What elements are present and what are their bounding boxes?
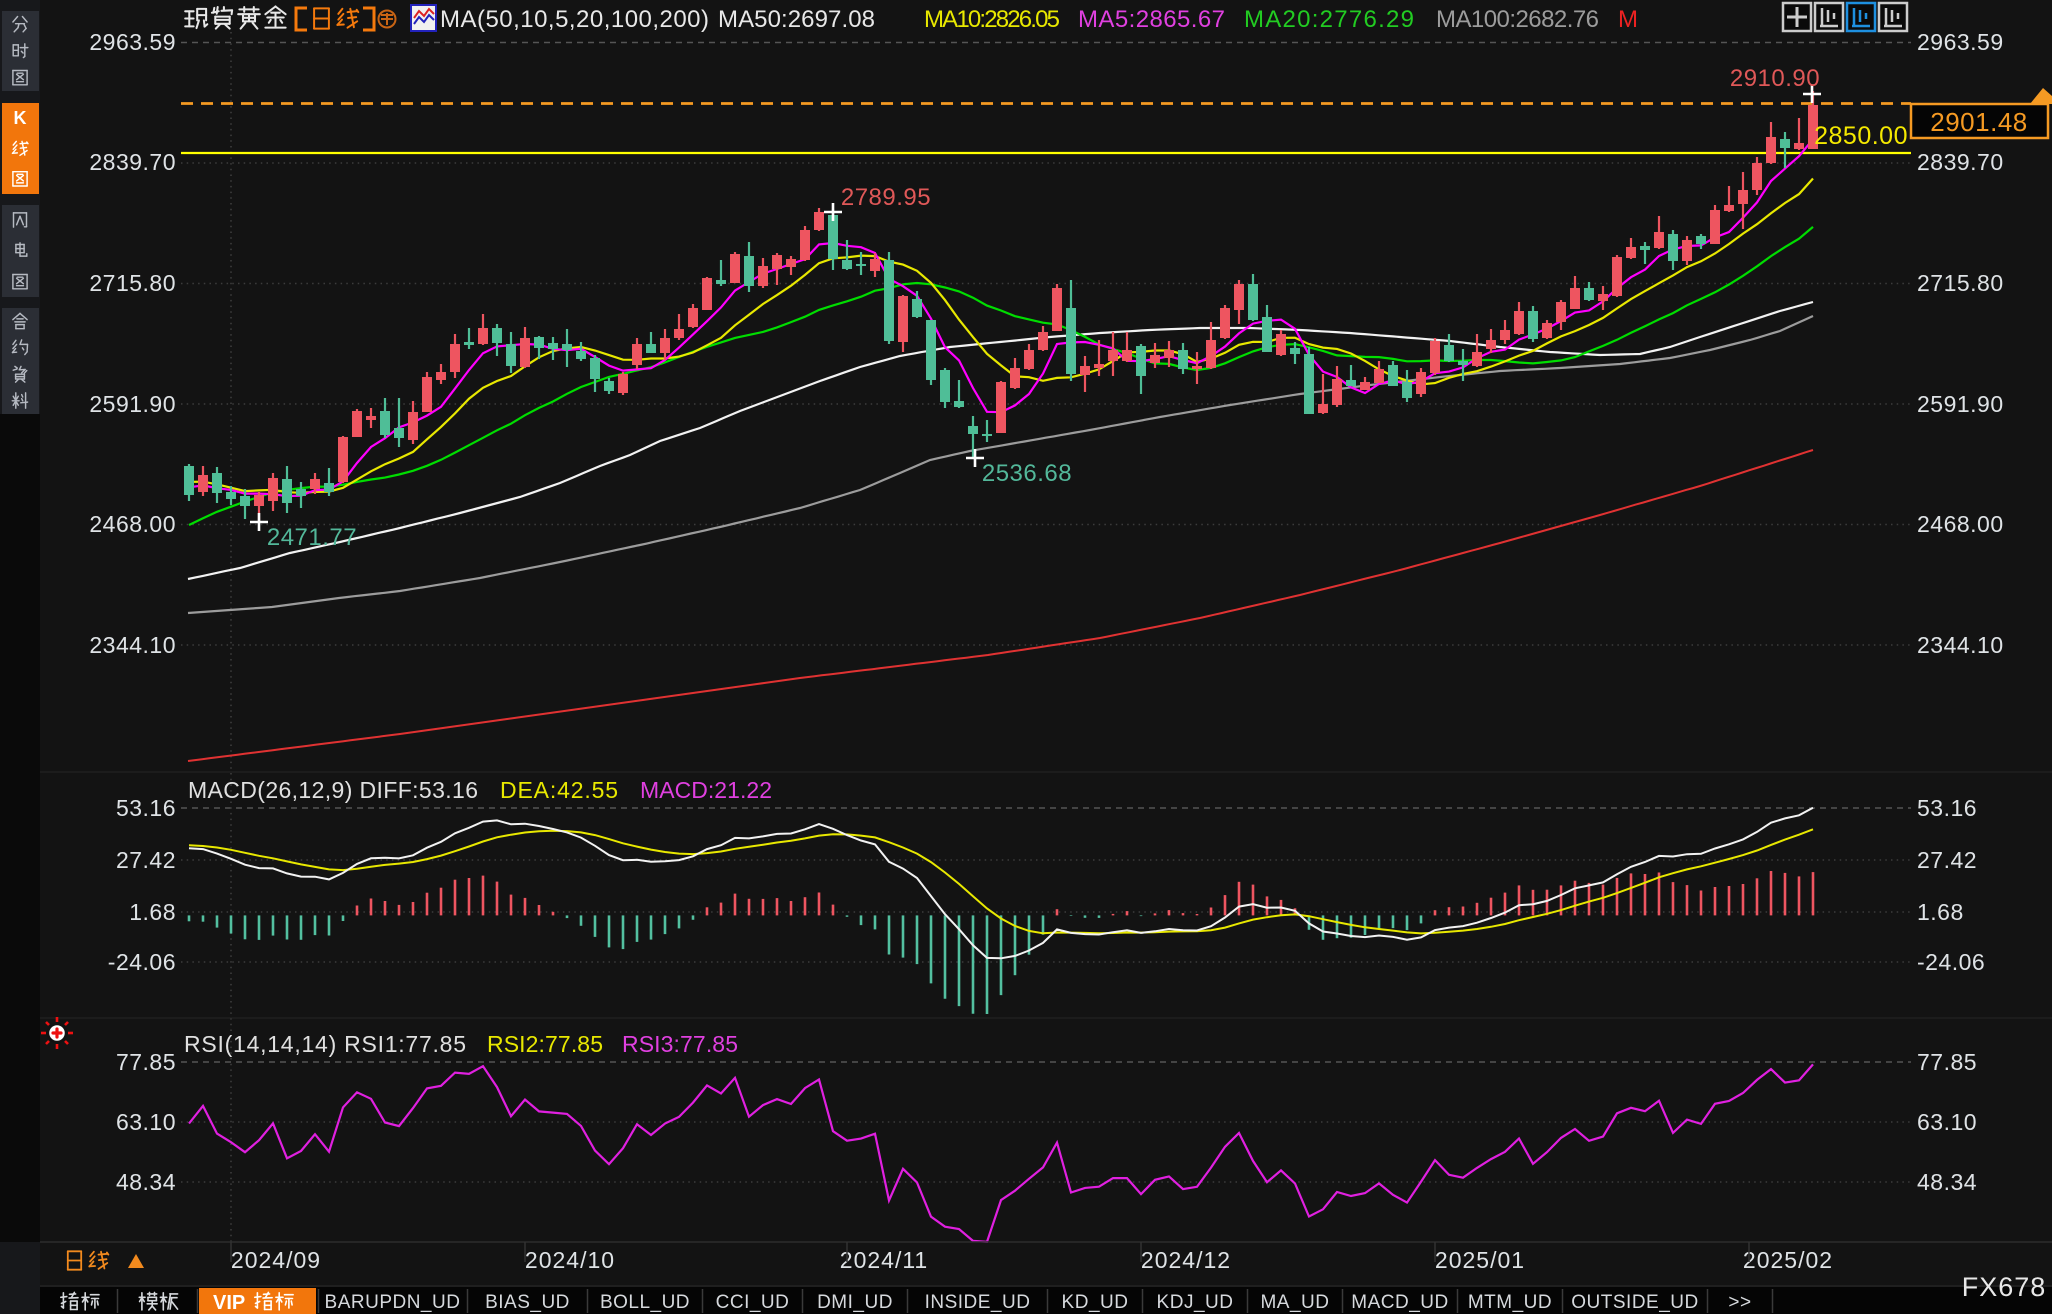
svg-text:2024/09: 2024/09 <box>231 1247 321 1273</box>
svg-text:DEA:42.55: DEA:42.55 <box>500 777 618 803</box>
svg-text:1.68: 1.68 <box>129 899 176 925</box>
svg-text:2344.10: 2344.10 <box>1917 632 2004 658</box>
svg-text:2025/01: 2025/01 <box>1435 1247 1525 1273</box>
svg-text:2715.80: 2715.80 <box>89 270 176 296</box>
svg-text:2024/11: 2024/11 <box>840 1247 928 1273</box>
svg-text:53.16: 53.16 <box>1917 795 1977 821</box>
svg-text:MACD_UD: MACD_UD <box>1351 1292 1448 1313</box>
svg-text:2344.10: 2344.10 <box>89 632 176 658</box>
svg-text:77.85: 77.85 <box>116 1049 176 1075</box>
svg-text:MTM_UD: MTM_UD <box>1468 1292 1552 1313</box>
svg-text:48.34: 48.34 <box>1917 1169 1977 1195</box>
svg-text:2468.00: 2468.00 <box>1917 511 2004 537</box>
svg-text:MA10:2826.05: MA10:2826.05 <box>924 6 1060 33</box>
svg-text:2963.59: 2963.59 <box>1917 29 2004 55</box>
svg-text:2963.59: 2963.59 <box>89 29 176 55</box>
svg-text:1.68: 1.68 <box>1917 899 1964 925</box>
svg-text:KD_UD: KD_UD <box>1062 1292 1129 1313</box>
svg-text:MACD(26,12,9) DIFF:53.16: MACD(26,12,9) DIFF:53.16 <box>188 777 478 803</box>
svg-text:VIP: VIP <box>213 1292 245 1314</box>
svg-text:2910.90: 2910.90 <box>1730 65 1820 92</box>
svg-text:INSIDE_UD: INSIDE_UD <box>925 1292 1031 1313</box>
svg-text:-24.06: -24.06 <box>108 949 176 975</box>
svg-text:2025/02: 2025/02 <box>1743 1247 1833 1273</box>
svg-text:2536.68: 2536.68 <box>982 460 1072 487</box>
svg-text:>>: >> <box>1728 1292 1751 1313</box>
svg-text:CCI_UD: CCI_UD <box>716 1292 790 1313</box>
svg-text:2715.80: 2715.80 <box>1917 270 2004 296</box>
svg-text:K: K <box>14 108 27 128</box>
svg-text:2839.70: 2839.70 <box>1917 149 2004 175</box>
svg-text:DMI_UD: DMI_UD <box>817 1292 893 1313</box>
svg-text:-24.06: -24.06 <box>1917 949 1985 975</box>
svg-text:2850.00: 2850.00 <box>1814 122 1908 150</box>
svg-text:77.85: 77.85 <box>1917 1049 1977 1075</box>
svg-text:2901.48: 2901.48 <box>1930 107 2027 137</box>
svg-text:2471.77: 2471.77 <box>267 524 357 551</box>
svg-text:FX678: FX678 <box>1962 1272 2047 1302</box>
svg-text:MA_UD: MA_UD <box>1260 1292 1329 1313</box>
svg-text:2468.00: 2468.00 <box>89 511 176 537</box>
svg-text:2024/10: 2024/10 <box>525 1247 615 1273</box>
svg-text:MA100:2682.76: MA100:2682.76 <box>1436 6 1599 33</box>
svg-text:MA50:2697.08: MA50:2697.08 <box>718 6 875 33</box>
svg-text:BIAS_UD: BIAS_UD <box>485 1292 570 1313</box>
svg-text:RSI(14,14,14) RSI1:77.85: RSI(14,14,14) RSI1:77.85 <box>184 1031 466 1057</box>
svg-text:KDJ_UD: KDJ_UD <box>1157 1292 1234 1313</box>
svg-text:2024/12: 2024/12 <box>1141 1247 1231 1273</box>
svg-text:BOLL_UD: BOLL_UD <box>600 1292 690 1313</box>
svg-text:M: M <box>1618 6 1638 33</box>
svg-text:63.10: 63.10 <box>1917 1109 1977 1135</box>
svg-text:OUTSIDE_UD: OUTSIDE_UD <box>1571 1292 1698 1313</box>
svg-text:2789.95: 2789.95 <box>841 184 931 211</box>
svg-text:RSI2:77.85: RSI2:77.85 <box>487 1031 603 1057</box>
svg-text:2591.90: 2591.90 <box>1917 391 2004 417</box>
svg-text:48.34: 48.34 <box>116 1169 176 1195</box>
svg-text:RSI3:77.85: RSI3:77.85 <box>622 1031 738 1057</box>
svg-text:MA5:2865.67: MA5:2865.67 <box>1078 6 1225 33</box>
svg-text:BARUPDN_UD: BARUPDN_UD <box>325 1292 461 1313</box>
svg-text:53.16: 53.16 <box>116 795 176 821</box>
svg-text:2591.90: 2591.90 <box>89 391 176 417</box>
svg-text:MACD:21.22: MACD:21.22 <box>640 777 772 803</box>
svg-text:2839.70: 2839.70 <box>89 149 176 175</box>
svg-text:MA20:2776.29: MA20:2776.29 <box>1244 6 1414 33</box>
svg-text:MA(50,10,5,20,100,200): MA(50,10,5,20,100,200) <box>440 6 709 33</box>
svg-text:27.42: 27.42 <box>116 847 176 873</box>
svg-text:63.10: 63.10 <box>116 1109 176 1135</box>
svg-text:27.42: 27.42 <box>1917 847 1977 873</box>
